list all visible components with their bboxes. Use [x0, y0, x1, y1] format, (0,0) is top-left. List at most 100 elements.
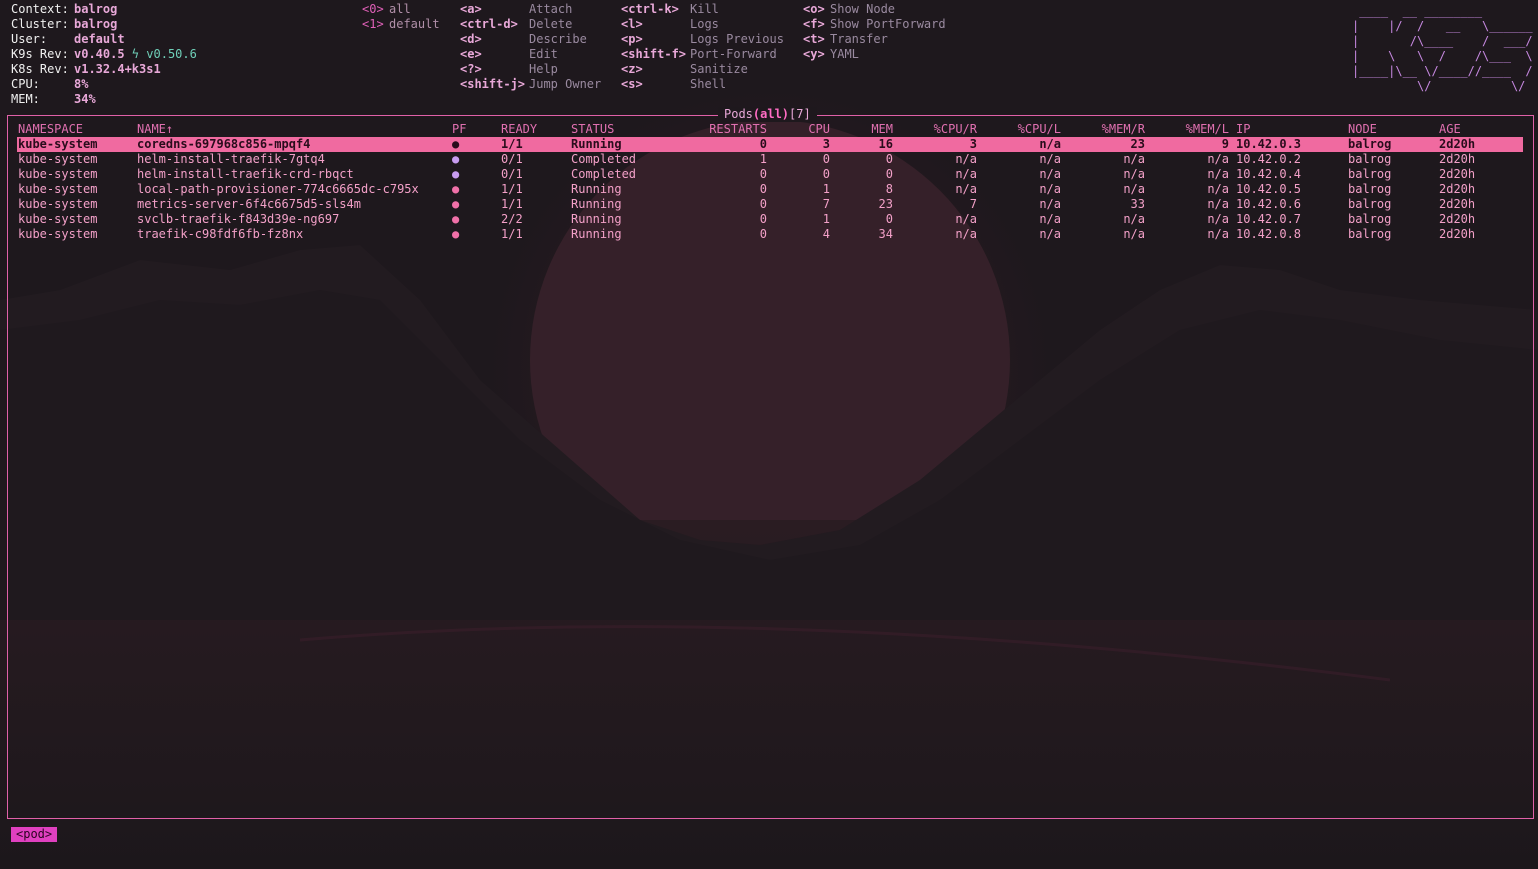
- cell-status: Running: [571, 197, 622, 211]
- k9s-logo: ____ __ ________ | |/ / __ \______ | /\__…: [1352, 4, 1533, 94]
- hotkey-label[interactable]: Shell: [690, 77, 726, 92]
- column-header[interactable]: %MEM/R: [1102, 122, 1145, 137]
- hotkey-label[interactable]: Kill: [690, 2, 719, 17]
- info-value: balrog: [74, 2, 117, 17]
- table-row[interactable]: kube-system helm-install-traefik-crd-rbqc…: [17, 167, 1523, 182]
- hotkey-label[interactable]: Logs: [690, 17, 719, 32]
- hotkey-key[interactable]: <l>: [621, 17, 643, 32]
- namespace-label[interactable]: all: [389, 2, 411, 17]
- cell-mem-r: n/a: [1123, 212, 1145, 226]
- info-value: 8%: [74, 77, 88, 92]
- lightning-icon: ϟ: [124, 47, 147, 61]
- hotkey-key[interactable]: <p>: [621, 32, 643, 47]
- hotkey-label[interactable]: Jump Owner: [529, 77, 601, 92]
- hotkey-key[interactable]: <?>: [460, 62, 482, 77]
- column-header[interactable]: AGE: [1439, 122, 1461, 137]
- info-row: CPU: 8%: [11, 77, 311, 92]
- cell-mem-r: n/a: [1123, 152, 1145, 166]
- hotkey-label[interactable]: Attach: [529, 2, 572, 17]
- cell-status: Running: [571, 182, 622, 196]
- cell-restarts: 0: [759, 197, 767, 211]
- cell-cpu: 0: [822, 167, 830, 181]
- cell-restarts: 0: [759, 212, 767, 226]
- cell-node: balrog: [1348, 227, 1392, 241]
- column-header[interactable]: %CPU/R: [934, 122, 977, 137]
- hotkey-key[interactable]: <t>: [803, 32, 825, 47]
- logo-line: ____ __ ________: [1352, 4, 1533, 18]
- cell-ip: 10.42.0.3: [1236, 137, 1302, 151]
- column-header[interactable]: NODE: [1348, 122, 1377, 137]
- view-title-scope: (all): [752, 107, 790, 121]
- cell-mem: 0: [885, 167, 893, 181]
- cell-cpu: 0: [822, 152, 830, 166]
- column-header[interactable]: %MEM/L: [1186, 122, 1229, 137]
- info-row: Cluster: balrog: [11, 17, 311, 32]
- table-row[interactable]: kube-system helm-install-traefik-7gtq4 ● 0/…: [17, 152, 1523, 167]
- table-row[interactable]: kube-system coredns-697968c856-mpqf4 ● 1/1 R…: [17, 137, 1523, 152]
- view-title-count: [7]: [789, 107, 811, 121]
- cell-ip: 10.42.0.4: [1236, 167, 1302, 181]
- table-row[interactable]: kube-system svclb-traefik-f843d39e-ng697 ●…: [17, 212, 1523, 227]
- hotkey-label[interactable]: Sanitize: [690, 62, 748, 77]
- logo-line: |____|\__ \/____//____ /: [1352, 64, 1533, 78]
- hotkey-label[interactable]: Describe: [529, 32, 587, 47]
- hotkey-label[interactable]: Help: [529, 62, 558, 77]
- cell-mem-l: n/a: [1207, 212, 1229, 226]
- cell-name: metrics-server-6f4c6675d5-sls4m: [137, 197, 361, 211]
- hotkey-label[interactable]: YAML: [830, 47, 859, 62]
- column-header[interactable]: READY: [501, 122, 537, 137]
- hotkey-key[interactable]: <d>: [460, 32, 482, 47]
- cell-mem-l: 9: [1221, 137, 1229, 151]
- column-header[interactable]: IP: [1236, 122, 1250, 137]
- hotkey-label[interactable]: Transfer: [830, 32, 888, 47]
- hotkey-label[interactable]: Show PortForward: [830, 17, 946, 32]
- column-header[interactable]: STATUS: [571, 122, 614, 137]
- pf-status-dot-icon: ●: [452, 212, 460, 226]
- column-header[interactable]: NAME↑: [137, 122, 173, 137]
- cell-namespace: kube-system: [18, 152, 98, 166]
- hotkey-key[interactable]: <ctrl-k>: [621, 2, 679, 17]
- namespace-key[interactable]: <0>: [362, 2, 384, 17]
- hotkey-key[interactable]: <shift-j>: [460, 77, 525, 92]
- hotkey-label[interactable]: Edit: [529, 47, 558, 62]
- column-header[interactable]: NAMESPACE: [18, 122, 83, 137]
- cell-name: local-path-provisioner-774c6665dc-c795x: [137, 182, 419, 196]
- hotkey-label[interactable]: Logs Previous: [690, 32, 784, 47]
- table-row[interactable]: kube-system metrics-server-6f4c6675d5-sls…: [17, 197, 1523, 212]
- hotkey-key[interactable]: <z>: [621, 62, 643, 77]
- pf-status-dot-icon: ●: [452, 152, 460, 166]
- column-header[interactable]: RESTARTS: [709, 122, 767, 137]
- cell-cpu-l: n/a: [1039, 212, 1061, 226]
- hotkey-key[interactable]: <e>: [460, 47, 482, 62]
- cell-namespace: kube-system: [18, 197, 98, 211]
- column-header[interactable]: MEM: [871, 122, 893, 137]
- cell-cpu-r: n/a: [955, 152, 977, 166]
- hotkey-key[interactable]: <o>: [803, 2, 825, 17]
- cell-node: balrog: [1348, 137, 1392, 151]
- hotkey-key[interactable]: <ctrl-d>: [460, 17, 518, 32]
- table-row[interactable]: kube-system local-path-provisioner-774c66…: [17, 182, 1523, 197]
- namespace-label[interactable]: default: [389, 17, 440, 32]
- hotkey-key[interactable]: <shift-f>: [621, 47, 686, 62]
- view-title-name: Pods: [724, 107, 753, 121]
- table-row[interactable]: kube-system traefik-c98fdf6fb-fz8nx ● 1/1 Ru…: [17, 227, 1523, 242]
- hotkey-label[interactable]: Port-Forward: [690, 47, 777, 62]
- cell-node: balrog: [1348, 197, 1392, 211]
- hotkey-key[interactable]: <s>: [621, 77, 643, 92]
- logo-line: | /\____ / ___/: [1352, 34, 1533, 48]
- breadcrumb-pod[interactable]: <pod>: [11, 827, 58, 842]
- cell-mem: 16: [878, 137, 893, 151]
- cell-namespace: kube-system: [18, 182, 98, 196]
- hotkey-label[interactable]: Show Node: [830, 2, 895, 17]
- column-header[interactable]: PF: [452, 122, 466, 137]
- cell-ready: 1/1: [501, 182, 523, 196]
- column-header[interactable]: CPU: [808, 122, 830, 137]
- namespace-key[interactable]: <1>: [362, 17, 384, 32]
- hotkey-key[interactable]: <f>: [803, 17, 825, 32]
- column-header[interactable]: %CPU/L: [1018, 122, 1061, 137]
- hotkey-label[interactable]: Delete: [529, 17, 572, 32]
- cell-namespace: kube-system: [18, 227, 98, 241]
- hotkey-key[interactable]: <y>: [803, 47, 825, 62]
- hotkey-key[interactable]: <a>: [460, 2, 482, 17]
- cell-mem: 0: [885, 152, 893, 166]
